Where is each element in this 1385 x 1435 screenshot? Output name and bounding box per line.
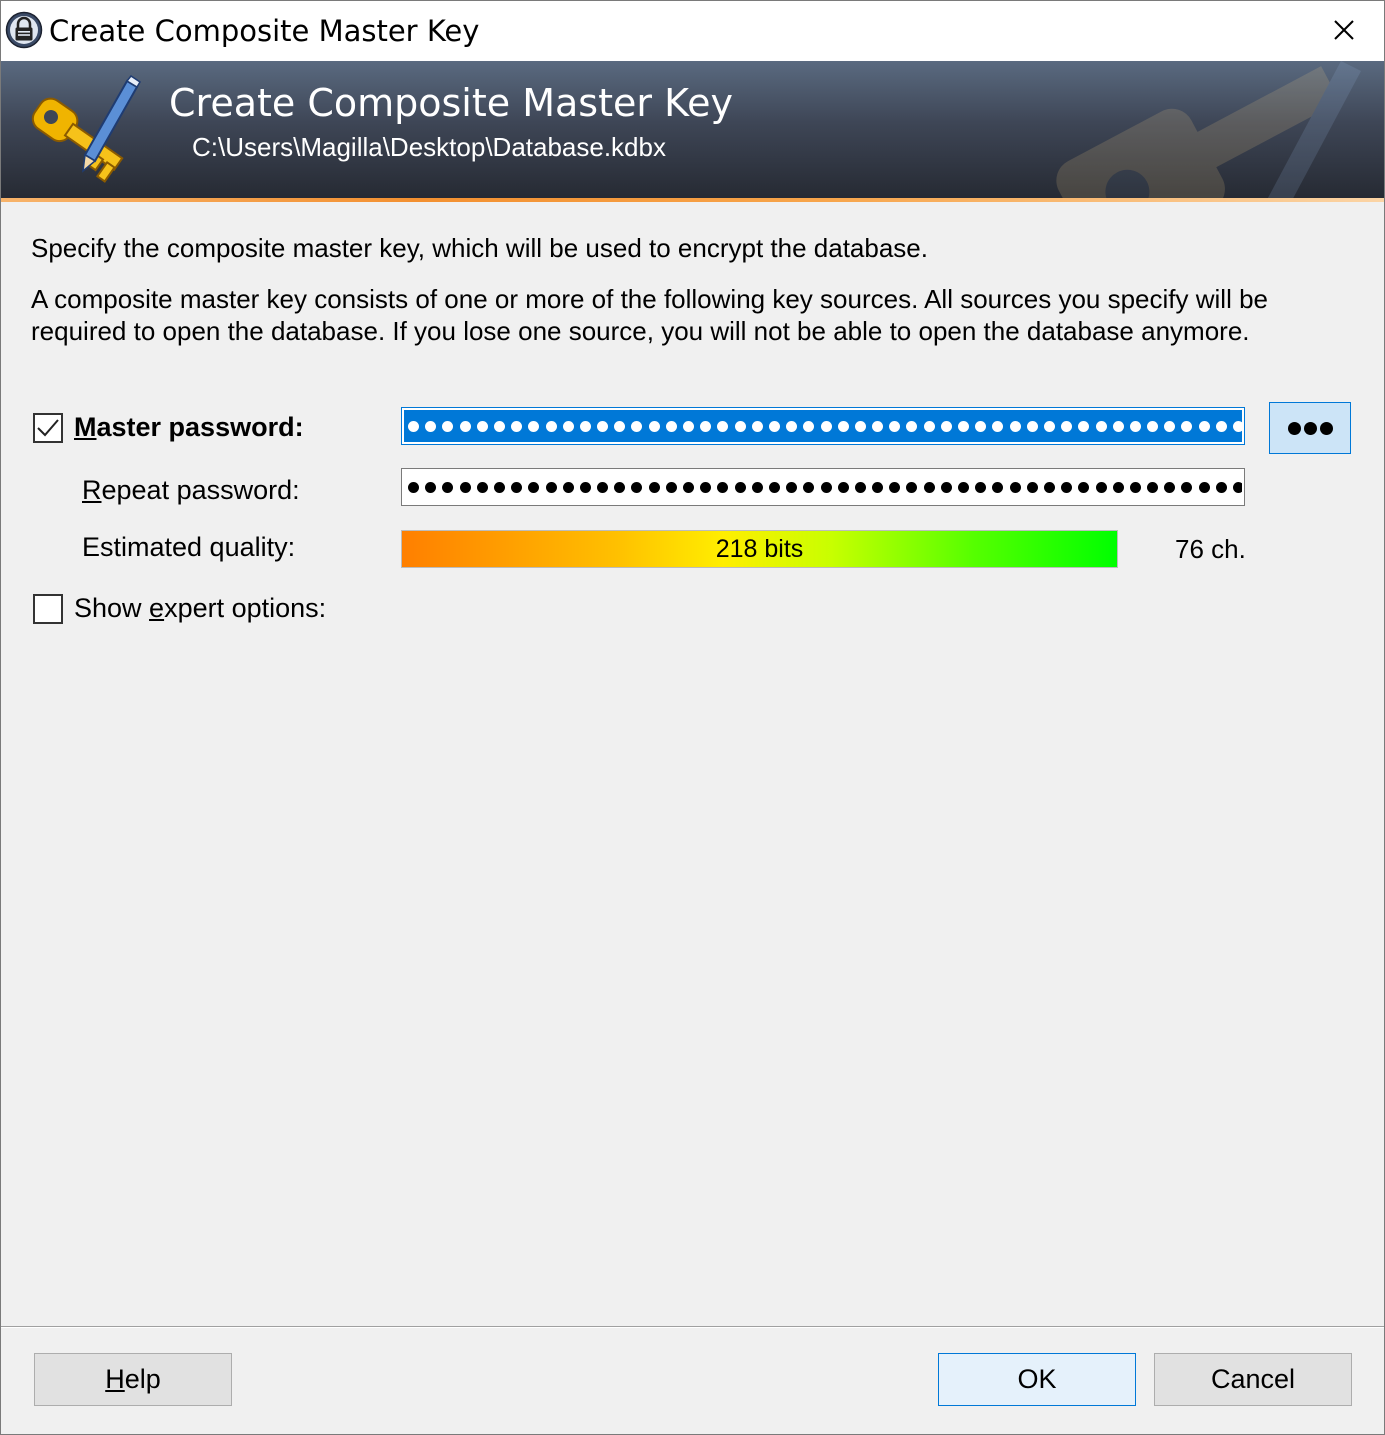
header-banner: Create Composite Master Key C:\Users\Mag…: [1, 61, 1384, 198]
ok-button[interactable]: OK: [938, 1353, 1136, 1406]
window-title: Create Composite Master Key: [49, 14, 480, 48]
database-path: C:\Users\Magilla\Desktop\Database.kdbx: [192, 132, 666, 162]
intro-description: A composite master key consists of one o…: [31, 284, 1268, 346]
intro-text: Specify the composite master key, which …: [31, 233, 928, 263]
estimated-quality-label: Estimated quality:: [82, 532, 296, 562]
password-length-text: 76 ch.: [1175, 534, 1246, 564]
close-button[interactable]: [1304, 1, 1384, 59]
password-mask: [408, 471, 1242, 503]
banner-title: Create Composite Master Key: [169, 81, 733, 125]
close-icon: [1334, 20, 1354, 40]
cancel-button[interactable]: Cancel: [1154, 1353, 1352, 1406]
master-password-checkbox[interactable]: [33, 413, 63, 443]
master-password-input[interactable]: [401, 407, 1245, 445]
help-button[interactable]: Help: [34, 1353, 232, 1406]
banner-accent-line: [1, 198, 1384, 202]
keepass-lock-icon: [5, 11, 43, 49]
show-expert-options-checkbox[interactable]: [33, 594, 63, 624]
repeat-password-input[interactable]: [401, 468, 1245, 506]
checkmark-icon: [37, 419, 59, 437]
reveal-password-dots-icon: [1287, 421, 1301, 435]
master-password-label: Master password:: [74, 412, 304, 442]
dialog-window: Create Composite Master Key Create Compo…: [0, 0, 1385, 1435]
quality-progress-bar: 218 bits: [401, 530, 1118, 568]
banner-watermark-icon: [1056, 61, 1361, 198]
title-bar: Create Composite Master Key: [1, 1, 1384, 61]
show-password-button[interactable]: [1269, 402, 1351, 454]
quality-bits-text: 218 bits: [715, 534, 804, 563]
show-expert-options-label: Show expert options:: [74, 593, 327, 623]
password-mask: [408, 410, 1242, 442]
repeat-password-label: Repeat password:: [82, 475, 300, 505]
key-pencil-icon: [31, 75, 141, 183]
